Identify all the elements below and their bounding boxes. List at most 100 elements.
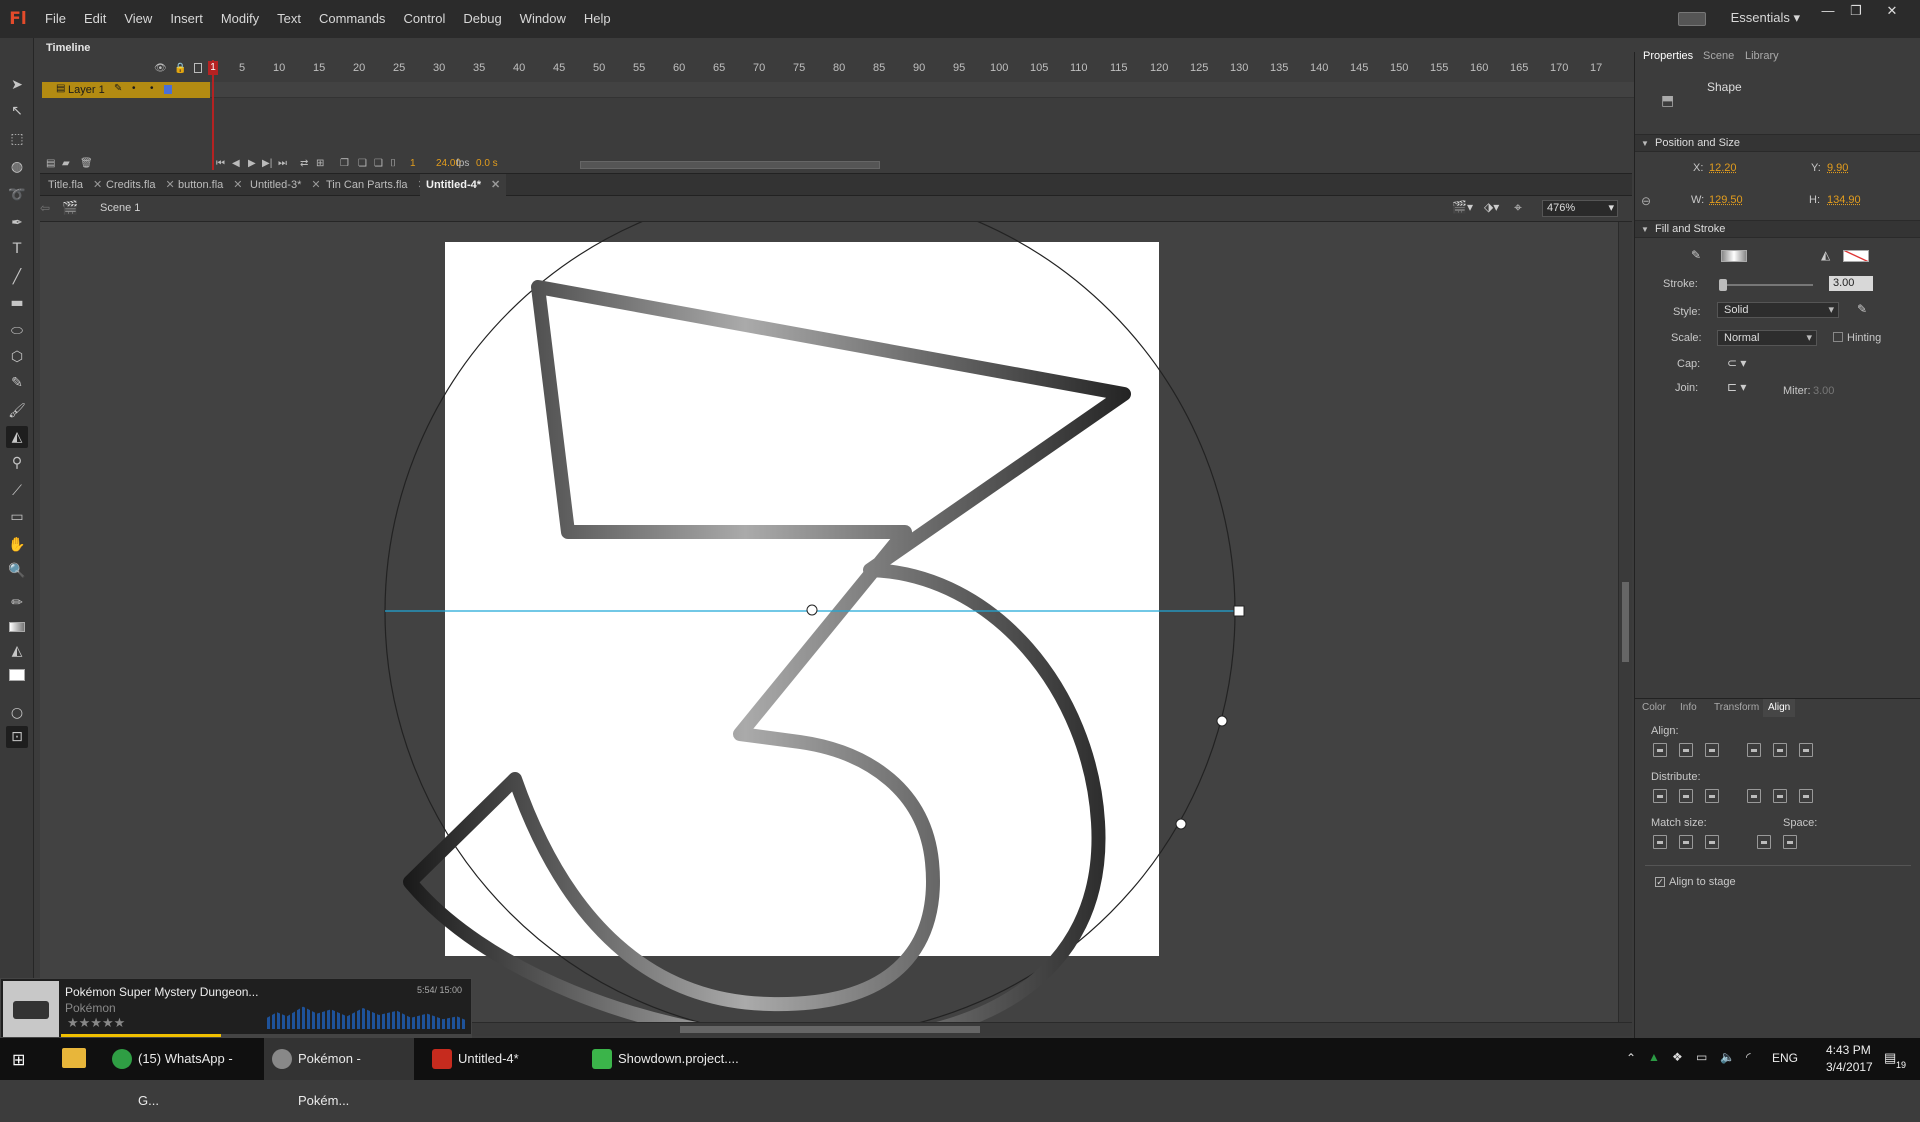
match-height-button[interactable]: [1679, 835, 1693, 849]
tab-align[interactable]: Align: [1763, 699, 1796, 717]
fill-color-swatch[interactable]: [1843, 250, 1869, 262]
y-value[interactable]: 9.90: [1827, 162, 1848, 174]
stroke-color-swatch[interactable]: [1721, 250, 1747, 262]
cap-select[interactable]: ⊂ ▾: [1727, 356, 1746, 370]
fill-stroke-section[interactable]: Fill and Stroke: [1635, 220, 1920, 238]
zoom-tool-icon[interactable]: 🔍: [6, 560, 28, 582]
edit-multiple-icon[interactable]: ❑: [374, 158, 383, 169]
space-horizontal-button[interactable]: [1783, 835, 1797, 849]
join-select[interactable]: ⊏ ▾: [1727, 380, 1746, 394]
eraser-tool-icon[interactable]: ▭: [6, 506, 28, 528]
center-stage-icon[interactable]: ⌖: [1514, 199, 1522, 216]
match-both-button[interactable]: [1705, 835, 1719, 849]
eyedropper-tool-icon[interactable]: ⟋: [6, 480, 28, 502]
go-last-icon[interactable]: ⏭: [278, 158, 287, 169]
hinting-checkbox[interactable]: [1833, 332, 1843, 342]
menu-control[interactable]: Control: [394, 0, 454, 38]
lasso-tool-icon[interactable]: ➰: [6, 184, 28, 206]
layer-outline-color[interactable]: [164, 85, 172, 94]
close-tab-icon[interactable]: ✕: [491, 179, 500, 191]
layer-name[interactable]: Layer 1: [68, 84, 105, 96]
hand-tool-icon[interactable]: ✋: [6, 534, 28, 556]
brush-tool-icon[interactable]: 🖌: [6, 400, 28, 422]
onion-markers-icon[interactable]: ⌷: [390, 158, 396, 169]
position-size-section[interactable]: Position and Size: [1635, 134, 1920, 152]
chevron-up-icon[interactable]: ⌃: [1626, 1051, 1636, 1065]
tab-button-fla[interactable]: button.fla ✕: [172, 174, 248, 196]
media-player-popup[interactable]: Pokémon Super Mystery Dungeon... Pokémon…: [0, 978, 472, 1038]
stroke-width-input[interactable]: 3.00: [1829, 276, 1873, 291]
zoom-select[interactable]: 476% ▾: [1542, 200, 1618, 217]
taskbar-item-showdown[interactable]: Showdown.project....: [584, 1038, 739, 1080]
minimize-icon[interactable]: —: [1814, 2, 1842, 20]
tab-tin-can-parts[interactable]: Tin Can Parts.fla✕: [320, 174, 433, 196]
scene-name[interactable]: Scene 1: [100, 202, 140, 214]
action-center-icon[interactable]: ▤: [1884, 1050, 1896, 1066]
playhead-handle[interactable]: 1: [208, 61, 218, 75]
back-arrow-icon[interactable]: ⇦: [40, 201, 50, 215]
progress-track[interactable]: [61, 1034, 471, 1037]
loop-icon[interactable]: ⇄: [300, 158, 308, 169]
edit-scene-icon[interactable]: 🎬▾: [1452, 200, 1473, 214]
center-frame-icon[interactable]: ⊞: [316, 158, 324, 169]
align-right-button[interactable]: [1705, 743, 1719, 757]
tab-title-fla[interactable]: Title.fla ✕: [42, 174, 108, 196]
distribute-bottom-button[interactable]: [1705, 789, 1719, 803]
distribute-hcenter-button[interactable]: [1773, 789, 1787, 803]
style-select[interactable]: Solid: [1717, 302, 1839, 318]
step-forward-icon[interactable]: ▶|: [262, 158, 272, 169]
close-tab-icon[interactable]: ✕: [233, 179, 242, 191]
stage-pasteboard[interactable]: [40, 222, 1624, 1034]
fill-gradient-swatch[interactable]: [6, 616, 28, 638]
align-left-button[interactable]: [1653, 743, 1667, 757]
restore-icon[interactable]: ❐: [1842, 2, 1870, 20]
fill-color-swatch[interactable]: [6, 664, 28, 686]
layer-visible-dot[interactable]: •: [132, 83, 136, 94]
pen-tool-icon[interactable]: ✒: [6, 212, 28, 234]
paint-bucket-tool-icon[interactable]: ◭: [6, 426, 28, 448]
stage-artwork[interactable]: [40, 222, 1624, 1034]
selection-tool-icon[interactable]: ➤: [6, 74, 28, 96]
lock-icon[interactable]: 🔒: [174, 63, 186, 74]
drive-icon[interactable]: ▲: [1648, 1050, 1660, 1064]
go-first-icon[interactable]: ⏮: [216, 158, 225, 169]
play-icon[interactable]: ▶: [248, 158, 256, 169]
h-value[interactable]: 134.90: [1827, 194, 1861, 206]
space-vertical-button[interactable]: [1757, 835, 1771, 849]
subselection-tool-icon[interactable]: ↖: [6, 100, 28, 122]
align-to-stage-checkbox[interactable]: ✓: [1655, 877, 1665, 887]
menu-text[interactable]: Text: [268, 0, 310, 38]
timeline-scrollbar[interactable]: [580, 161, 880, 169]
stroke-slider[interactable]: [1719, 279, 1813, 291]
dropbox-icon[interactable]: ❖: [1672, 1050, 1683, 1064]
miter-value[interactable]: 3.00: [1813, 385, 1834, 397]
gradient-center-handle[interactable]: [806, 604, 818, 616]
layer-lock-dot[interactable]: •: [150, 83, 154, 94]
windows-start-icon[interactable]: ⊞: [12, 1050, 25, 1070]
edit-stroke-style-icon[interactable]: ✎: [1857, 302, 1867, 316]
tab-info[interactable]: Info: [1675, 699, 1702, 717]
menu-help[interactable]: Help: [575, 0, 620, 38]
frame-ruler[interactable]: 1 5 10 15 20 25 30 35 40 45 50 55 60 65 …: [210, 60, 1620, 76]
onion-skin-icon[interactable]: ❐: [340, 158, 349, 169]
scale-select[interactable]: Normal: [1717, 330, 1817, 346]
distribute-top-button[interactable]: [1653, 789, 1667, 803]
tab-untitled-3[interactable]: Untitled-3* ✕: [244, 174, 327, 196]
align-hcenter-button[interactable]: [1679, 743, 1693, 757]
object-drawing-icon[interactable]: ○: [6, 702, 28, 724]
menu-commands[interactable]: Commands: [310, 0, 394, 38]
clock-time[interactable]: 4:43 PM: [1826, 1043, 1871, 1057]
tab-library[interactable]: Library: [1745, 50, 1779, 62]
workspace-switcher[interactable]: Essentials ▾: [1731, 10, 1800, 26]
menu-debug[interactable]: Debug: [454, 0, 510, 38]
onion-outline-icon[interactable]: ❏: [358, 158, 367, 169]
distribute-right-button[interactable]: [1799, 789, 1813, 803]
playhead[interactable]: [212, 60, 214, 170]
file-explorer-icon[interactable]: [62, 1048, 86, 1068]
clock-date[interactable]: 3/4/2017: [1826, 1060, 1873, 1074]
rectangle-tool-icon[interactable]: ▬: [6, 292, 28, 314]
stroke-slider-thumb[interactable]: [1719, 279, 1727, 291]
volume-icon[interactable]: 🔈: [1720, 1050, 1735, 1064]
tab-properties[interactable]: Properties: [1643, 50, 1693, 62]
trash-icon[interactable]: 🗑: [80, 158, 93, 169]
